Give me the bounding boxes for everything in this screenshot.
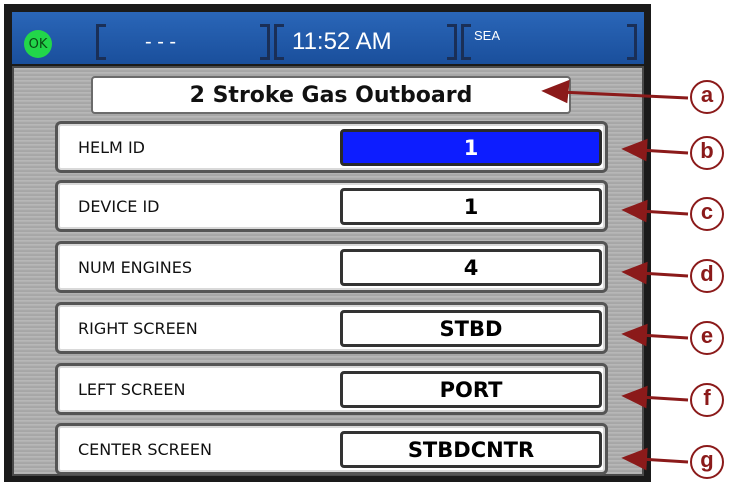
callout-arrowhead-b <box>621 138 648 162</box>
callout-arrowhead-c <box>621 199 648 223</box>
callout-arrowhead-g <box>621 447 648 471</box>
callout-c: c <box>690 197 724 231</box>
callout-d: d <box>690 259 724 293</box>
callout-arrow-c <box>639 209 689 216</box>
callout-f: f <box>690 383 724 417</box>
callout-arrow-d <box>639 271 689 278</box>
callout-arrow-e <box>639 333 689 340</box>
callout-arrow-a <box>559 90 689 100</box>
callout-e: e <box>690 321 724 355</box>
callout-arrow-g <box>639 457 689 464</box>
callout-arrowhead-f <box>621 385 648 409</box>
callout-g: g <box>690 445 724 479</box>
callout-arrowhead-a <box>541 79 570 104</box>
callout-arrowhead-d <box>621 261 648 285</box>
callout-b: b <box>690 136 724 170</box>
callout-arrow-f <box>639 395 689 402</box>
callout-a: a <box>690 80 724 114</box>
callout-arrows <box>541 79 689 471</box>
callout-arrow-b <box>639 148 689 155</box>
callout-arrowhead-e <box>621 323 648 347</box>
